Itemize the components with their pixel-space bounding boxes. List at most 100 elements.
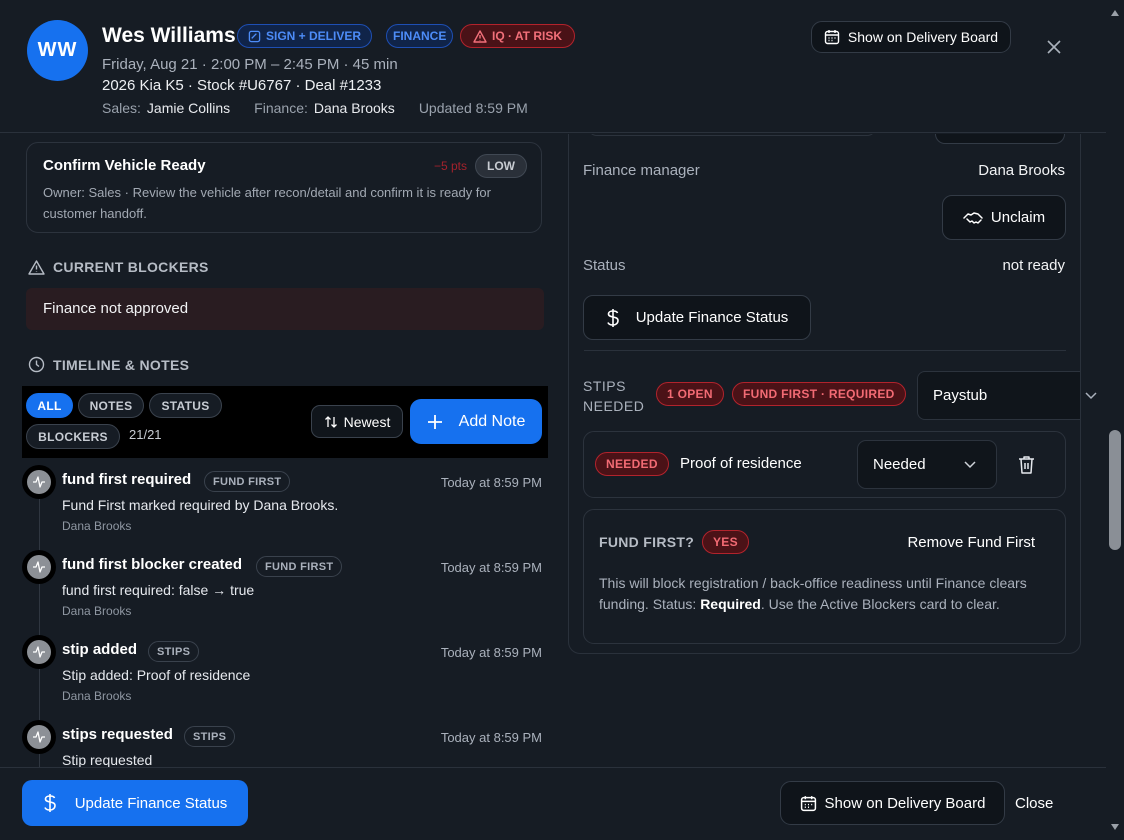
- show-on-delivery-board-button[interactable]: Show on Delivery Board: [811, 21, 1011, 53]
- timeline-time: Today at 8:59 PM: [440, 645, 542, 660]
- timeline-count: 21/21: [129, 427, 162, 442]
- priority-badge: LOW: [475, 154, 527, 178]
- clipped-button: [935, 134, 1065, 144]
- timeline-tag: FUND FIRST: [256, 556, 343, 577]
- add-note-button[interactable]: Add Note: [410, 399, 542, 444]
- timeline-author: Dana Brooks: [62, 604, 132, 618]
- current-blockers-heading: CURRENT BLOCKERS: [28, 259, 209, 275]
- chevron-down-icon: [964, 461, 976, 469]
- alert-triangle-icon: [28, 259, 45, 275]
- stip-type-select[interactable]: Paystub: [917, 371, 1080, 420]
- timeline-title: stip added: [62, 641, 138, 658]
- timeline-tag: FUND FIRST: [204, 471, 291, 492]
- timeline-body: Stip added: Proof of residence: [62, 667, 251, 683]
- activity-icon: [33, 561, 45, 573]
- activity-icon: [33, 731, 45, 743]
- timeline-dot: [22, 635, 56, 669]
- dollar-icon: [606, 308, 619, 327]
- stips-open-badge: 1 OPEN: [656, 382, 724, 406]
- iq-at-risk-badge: IQ · AT RISK: [460, 24, 575, 48]
- task-card[interactable]: Confirm Vehicle Ready −5 pts LOW Owner: …: [26, 142, 542, 233]
- finance-manager-value: Dana Brooks: [978, 162, 1065, 179]
- divider: [584, 350, 1066, 351]
- filter-notes[interactable]: NOTES: [78, 393, 144, 418]
- timeline-title: stips requested: [62, 726, 173, 743]
- timeline-time: Today at 8:59 PM: [440, 730, 542, 745]
- delete-stip-button[interactable]: [1018, 455, 1035, 474]
- scroll-up-arrow[interactable]: [1111, 10, 1119, 16]
- stip-name: Proof of residence: [680, 455, 802, 472]
- clipped-field: [587, 134, 877, 136]
- finance-badge: FINANCE: [386, 24, 454, 48]
- plus-icon: [427, 414, 442, 429]
- stip-row: NEEDED Proof of residence Needed: [583, 431, 1066, 498]
- footer-update-finance-status-button[interactable]: Update Finance Status: [22, 780, 248, 826]
- remove-fund-first-button[interactable]: Remove Fund First: [907, 534, 1035, 551]
- dollar-icon: [43, 794, 56, 812]
- sign-icon: [248, 30, 261, 42]
- timeline-time: Today at 8:59 PM: [440, 475, 542, 490]
- trash-icon: [1019, 456, 1034, 474]
- timeline-tag: STIPS: [184, 726, 236, 747]
- modal-header: WW Wes Williams SIGN + DELIVER FINANCE I…: [0, 0, 1106, 133]
- calendar-icon: [800, 795, 816, 811]
- chevron-down-icon[interactable]: [1085, 392, 1097, 400]
- sales-person: Jamie Collins: [146, 100, 231, 116]
- task-points: −5 pts: [433, 159, 467, 173]
- timeline-dot: [22, 550, 56, 584]
- timeline-body: fund first required: false → true: [62, 582, 255, 598]
- sign-deliver-badge: SIGN + DELIVER: [237, 24, 373, 48]
- timeline-time: Today at 8:59 PM: [440, 560, 542, 575]
- timeline-author: Dana Brooks: [62, 519, 132, 533]
- blocker-item: Finance not approved: [26, 288, 544, 330]
- filter-all[interactable]: ALL: [26, 393, 73, 418]
- timeline-item: stips requested STIPS Today at 8:59 PM S…: [22, 720, 548, 767]
- fund-first-required-badge: FUND FIRST · REQUIRED: [732, 382, 906, 406]
- timeline-author: Dana Brooks: [62, 689, 132, 703]
- close-icon[interactable]: [1043, 36, 1065, 58]
- clock-icon: [28, 356, 45, 373]
- task-description: Owner: Sales · Review the vehicle after …: [43, 185, 491, 221]
- fund-first-description: This will block registration / back-offi…: [599, 575, 1027, 612]
- fund-first-card: FUND FIRST? YES Remove Fund First This w…: [583, 509, 1066, 644]
- update-finance-status-button[interactable]: Update Finance Status: [583, 295, 811, 340]
- schedule-text: Friday, Aug 21 · 2:00 PM – 2:45 PM · 45 …: [102, 56, 398, 73]
- timeline-item: stip added STIPS Today at 8:59 PM Stip a…: [22, 635, 548, 719]
- staff-line: Sales: Jamie Collins Finance: Dana Brook…: [102, 100, 528, 116]
- finance-panel: Finance manager Dana Brooks Unclaim Stat…: [568, 134, 1081, 654]
- calendar-icon: [824, 30, 840, 45]
- unclaim-button[interactable]: Unclaim: [942, 195, 1066, 240]
- modal-footer: Update Finance Status Show on Delivery B…: [0, 767, 1106, 840]
- left-column: Confirm Vehicle Ready −5 pts LOW Owner: …: [0, 134, 560, 767]
- activity-icon: [33, 476, 45, 488]
- avatar: WW: [27, 20, 88, 81]
- finance-manager-label: Finance manager: [583, 162, 700, 179]
- sort-icon: [324, 415, 337, 428]
- fund-first-label: FUND FIRST?: [599, 534, 695, 550]
- timeline-tag: STIPS: [148, 641, 200, 662]
- activity-icon: [33, 646, 45, 658]
- stip-needed-badge: NEEDED: [595, 452, 669, 476]
- filter-status[interactable]: STATUS: [149, 393, 222, 418]
- customer-name: Wes Williams: [102, 24, 236, 47]
- scrollbar[interactable]: [1106, 0, 1124, 840]
- stip-status-select[interactable]: Needed: [857, 440, 997, 489]
- filter-blockers[interactable]: BLOCKERS: [26, 424, 120, 449]
- scrollbar-thumb[interactable]: [1109, 430, 1121, 550]
- timeline-body: Stip requested: [62, 752, 153, 767]
- footer-show-on-delivery-board-button[interactable]: Show on Delivery Board: [780, 781, 1005, 825]
- timeline-title: fund first required: [62, 471, 192, 488]
- fund-first-yes-badge: YES: [702, 530, 749, 554]
- timeline-title: fund first blocker created: [62, 556, 243, 573]
- timeline-heading: TIMELINE & NOTES: [28, 356, 189, 373]
- timeline-item: fund first required FUND FIRST Today at …: [22, 465, 548, 549]
- sort-newest-button[interactable]: Newest: [311, 405, 403, 438]
- updated-time: Updated 8:59 PM: [418, 100, 528, 116]
- deal-modal: WW Wes Williams SIGN + DELIVER FINANCE I…: [0, 0, 1106, 840]
- alert-triangle-icon: [473, 29, 487, 43]
- status-value: not ready: [1002, 257, 1065, 274]
- footer-close-button[interactable]: Close: [1015, 795, 1053, 812]
- timeline-dot: [22, 465, 56, 499]
- scroll-down-arrow[interactable]: [1111, 824, 1119, 830]
- stips-needed-label: STIPS NEEDED: [583, 378, 645, 414]
